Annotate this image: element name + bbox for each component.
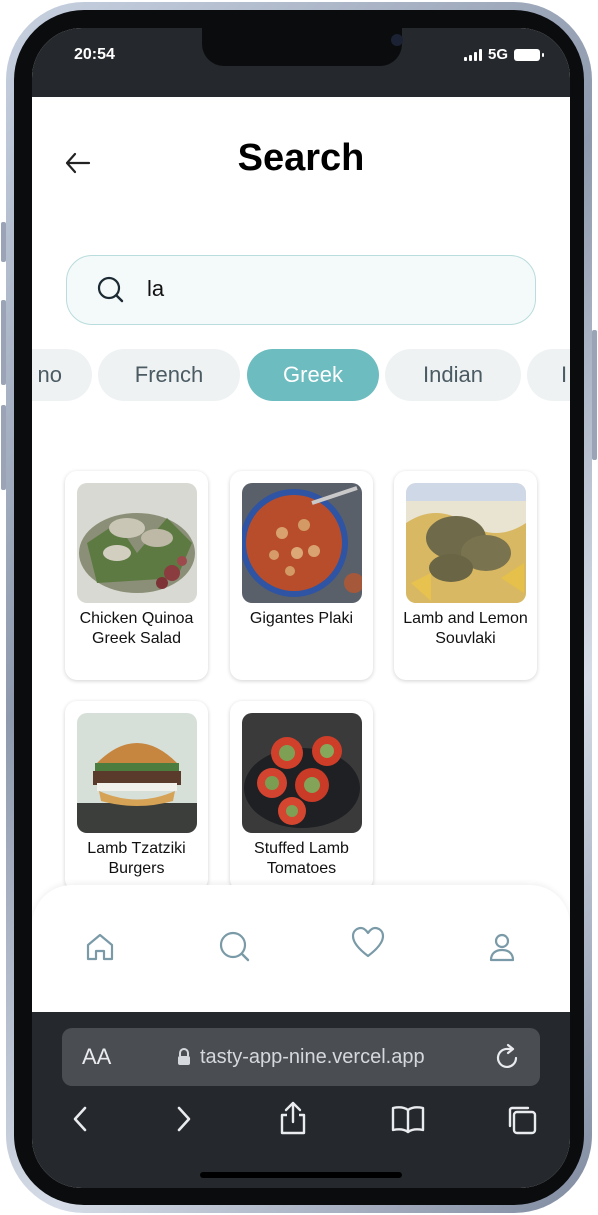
tab-favorites[interactable]	[350, 925, 386, 961]
power-button	[592, 330, 597, 460]
bookmarks-icon[interactable]	[390, 1104, 426, 1134]
status-bar: 20:54 5G	[32, 28, 570, 97]
screen: 20:54 5G Search la no French Greek India…	[32, 28, 570, 1188]
recipe-name: Lamb Tzatziki Burgers	[87, 840, 186, 877]
chip-italian[interactable]: I	[527, 349, 570, 401]
bottom-tab-bar	[32, 885, 570, 1025]
text-size-label: AA	[82, 1044, 112, 1069]
volume-up-button	[1, 300, 6, 385]
recipe-card[interactable]: Lamb and Lemon Souvlaki	[394, 471, 537, 680]
recipe-image	[405, 483, 526, 603]
chip-indian[interactable]: Indian	[385, 349, 521, 401]
category-filter: no French Greek Indian I	[32, 349, 570, 401]
share-icon[interactable]	[278, 1100, 308, 1136]
chip-italiano[interactable]: no	[32, 349, 92, 401]
recipe-image	[76, 483, 197, 603]
lock-icon	[178, 1048, 190, 1065]
chip-label: no	[37, 362, 62, 387]
heart-icon	[351, 926, 385, 958]
tab-home[interactable]	[82, 929, 118, 965]
page-title: Search	[237, 137, 365, 179]
mute-switch	[1, 222, 6, 262]
recipe-card[interactable]: Stuffed Lamb Tomatoes	[230, 701, 373, 891]
home-indicator	[200, 1172, 402, 1178]
camera	[391, 34, 403, 46]
recipe-card[interactable]: Gigantes Plaki	[230, 471, 373, 680]
recipe-name: Gigantes Plaki	[249, 610, 354, 627]
text-size-button[interactable]: AA	[82, 1044, 111, 1070]
url-text: tasty-app-nine.vercel.app	[200, 1046, 425, 1068]
search-query: la	[147, 276, 165, 301]
user-icon	[489, 933, 515, 962]
tab-search[interactable]	[217, 929, 253, 965]
search-input[interactable]: la	[66, 255, 536, 325]
recipe-image	[76, 713, 197, 833]
forward-icon[interactable]	[174, 1104, 194, 1134]
recipe-image	[241, 713, 362, 833]
tabs-icon[interactable]	[506, 1104, 538, 1136]
search-icon	[97, 276, 124, 303]
app-content: Search la no French Greek Indian I Chick…	[32, 97, 570, 1025]
search-icon	[219, 931, 250, 962]
browser-toolbar: AA tasty-app-nine.vercel.app	[32, 1012, 570, 1188]
tab-profile[interactable]	[484, 929, 520, 965]
status-time: 20:54	[74, 46, 115, 63]
recipe-image	[241, 483, 362, 603]
reload-icon[interactable]	[494, 1042, 522, 1072]
status-indicators: 5G	[463, 46, 544, 63]
recipe-name: Lamb and Lemon Souvlaki	[403, 610, 528, 647]
home-icon	[86, 933, 114, 961]
network-label: 5G	[487, 46, 508, 63]
notch	[202, 28, 403, 66]
chip-greek[interactable]: Greek	[247, 349, 379, 401]
chip-french[interactable]: French	[98, 349, 240, 401]
recipe-name: Chicken Quinoa Greek Salad	[79, 610, 194, 647]
recipe-card[interactable]: Chicken Quinoa Greek Salad	[65, 471, 208, 680]
signal-icon	[463, 48, 482, 61]
battery-icon	[514, 48, 544, 61]
recipe-name: Stuffed Lamb Tomatoes	[254, 840, 349, 877]
volume-down-button	[1, 405, 6, 490]
address-bar[interactable]: AA tasty-app-nine.vercel.app	[62, 1028, 540, 1086]
back-icon[interactable]	[70, 1104, 90, 1134]
recipe-card[interactable]: Lamb Tzatziki Burgers	[65, 701, 208, 891]
